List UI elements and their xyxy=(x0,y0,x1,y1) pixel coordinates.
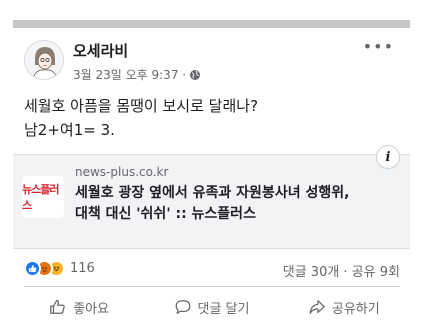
reaction-count: 116 xyxy=(70,261,95,276)
comment-label: 댓글 달기 xyxy=(197,301,250,317)
post-text: 세월호 아픔을 몸땡이 보시로 달래나? 남2+여1= 3. xyxy=(24,94,400,142)
divider xyxy=(24,286,400,287)
comment-icon xyxy=(175,300,190,314)
globe-icon[interactable] xyxy=(189,69,201,81)
post-meta: 3월 23일 오후 9:37 · xyxy=(73,66,201,83)
post-text-line: 세월호 아픔을 몸땡이 보시로 달래나? xyxy=(24,97,259,115)
avatar[interactable] xyxy=(24,40,64,80)
share-icon xyxy=(309,300,325,314)
author-name[interactable]: 오세라비 xyxy=(73,40,128,61)
post-text-line: 남2+여1= 3. xyxy=(24,121,115,139)
post-stats: 116 댓글 30개 · 공유 9회 xyxy=(13,260,410,280)
more-options-button[interactable]: ••• xyxy=(363,39,394,55)
info-icon[interactable]: i xyxy=(376,145,400,169)
top-bar xyxy=(13,20,410,28)
reaction-summary[interactable]: 116 xyxy=(24,260,95,277)
link-headline[interactable]: 세월호 광장 옆에서 유족과 자원봉사녀 성행위, 대책 대신 '쉬쉬' :: … xyxy=(75,183,400,225)
like-reaction-icon xyxy=(24,260,41,277)
like-label: 좋아요 xyxy=(73,301,110,317)
thumbs-up-icon xyxy=(50,300,65,314)
share-button[interactable]: 공유하기 xyxy=(278,290,410,324)
link-preview[interactable]: i 뉴스플러스 news-plus.co.kr 세월호 광장 옆에서 유족과 자… xyxy=(13,145,410,249)
like-button[interactable]: 좋아요 xyxy=(13,290,145,324)
post-timestamp[interactable]: 3월 23일 오후 9:37 · xyxy=(73,66,186,83)
thumbnail-logo: 뉴스플러스 xyxy=(22,183,59,212)
comments-shares-count[interactable]: 댓글 30개 · 공유 9회 xyxy=(283,261,400,280)
link-headline-line: 대책 대신 '쉬쉬' :: 뉴스플러스 xyxy=(75,206,256,222)
share-label: 공유하기 xyxy=(331,301,380,317)
post-header: 오세라비 3월 23일 오후 9:37 · ••• xyxy=(13,38,410,86)
comment-button[interactable]: 댓글 달기 xyxy=(145,290,277,324)
link-thumbnail[interactable]: 뉴스플러스 xyxy=(22,176,64,218)
action-bar: 좋아요 댓글 달기 공유하기 xyxy=(13,290,410,324)
post-card: 오세라비 3월 23일 오후 9:37 · ••• 세월호 아픔을 몸땡이 보시… xyxy=(13,28,410,325)
avatar-illustration xyxy=(25,41,63,79)
link-domain: news-plus.co.kr xyxy=(75,165,169,179)
link-headline-line: 세월호 광장 옆에서 유족과 자원봉사녀 성행위, xyxy=(75,185,350,201)
